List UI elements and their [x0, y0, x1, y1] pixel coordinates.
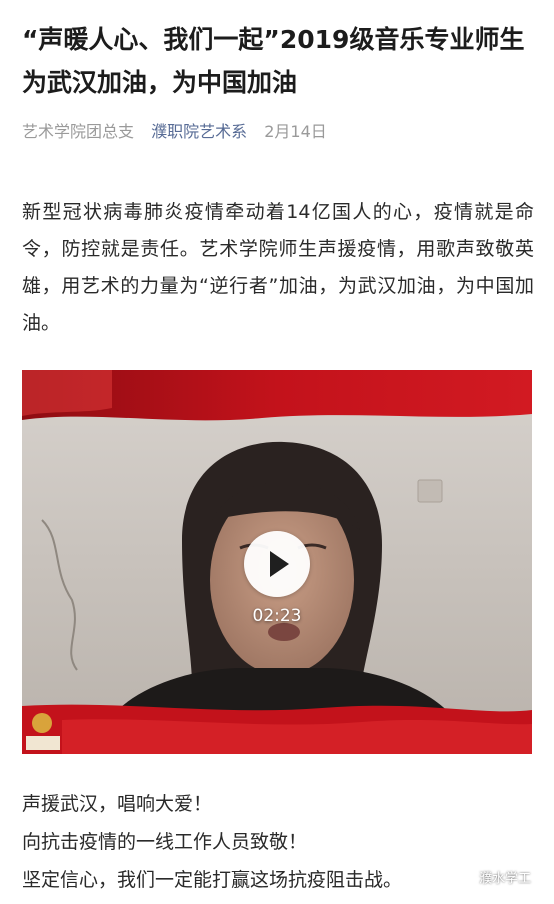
- publish-date: 2月14日: [264, 122, 327, 141]
- play-icon: [270, 551, 289, 577]
- watermark-text: 濮水学工: [479, 871, 532, 887]
- intro-paragraph: 新型冠状病毒肺炎疫情牵动着14亿国人的心，疫情就是命令，防控就是责任。艺术学院师…: [22, 201, 534, 334]
- closing-line: 声援武汉，唱响大爱！: [22, 793, 213, 815]
- video-duration: 02:23: [252, 606, 302, 626]
- wechat-icon: [448, 866, 472, 888]
- author-name: 艺术学院团总支: [22, 122, 135, 141]
- closing-line: 向抗击疫情的一线工作人员致敬！: [22, 831, 308, 853]
- article-title: “声暖人心、我们一起”2019级音乐专业师生为武汉加油，为中国加油: [22, 25, 525, 97]
- video-player[interactable]: 02:23: [22, 370, 532, 754]
- article-meta: 艺术学院团总支 濮职院艺术系 2月14日: [22, 121, 339, 143]
- watermark: 濮水学工: [448, 866, 552, 892]
- account-link[interactable]: 濮职院艺术系: [151, 122, 247, 141]
- play-button[interactable]: [244, 531, 310, 597]
